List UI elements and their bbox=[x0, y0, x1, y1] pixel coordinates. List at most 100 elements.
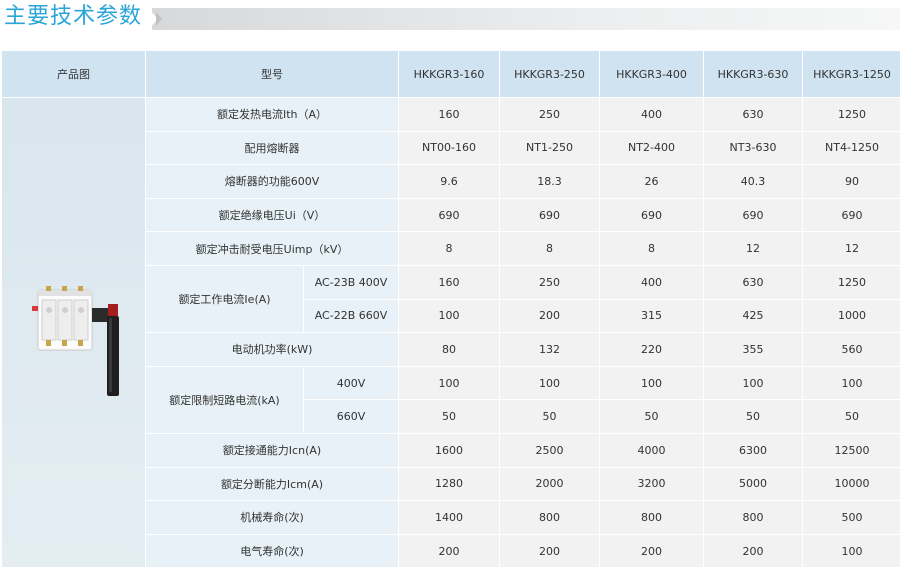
table-cell: 250 bbox=[500, 265, 599, 299]
table-cell: 160 bbox=[399, 265, 499, 299]
table-cell: NT2-400 bbox=[600, 131, 703, 165]
row-label: 额定冲击耐受电压Uimp（kV） bbox=[146, 232, 398, 265]
row-label: 额定分断能力Icm(A) bbox=[146, 467, 398, 501]
header-model: HKKGR3-1250 bbox=[803, 51, 900, 97]
header-model: HKKGR3-630 bbox=[704, 51, 802, 97]
table-cell: 50 bbox=[399, 400, 499, 433]
table-cell: 5000 bbox=[704, 467, 802, 501]
switch-disconnector-image bbox=[31, 285, 119, 396]
table-cell: 12500 bbox=[803, 433, 900, 467]
table-cell: 800 bbox=[600, 501, 703, 534]
table-cell: 690 bbox=[704, 198, 802, 232]
spec-table: 产品图 型号 HKKGR3-160 HKKGR3-250 HKKGR3-400 … bbox=[1, 50, 900, 568]
table-cell: 9.6 bbox=[399, 165, 499, 198]
table-cell: 8 bbox=[399, 232, 499, 265]
row-sublabel: 400V bbox=[304, 366, 398, 400]
table-header-row: 产品图 型号 HKKGR3-160 HKKGR3-250 HKKGR3-400 … bbox=[2, 51, 900, 97]
header-model: HKKGR3-160 bbox=[399, 51, 499, 97]
table-cell: 100 bbox=[399, 366, 499, 400]
table-cell: 250 bbox=[500, 98, 599, 131]
table-cell: 160 bbox=[399, 98, 499, 131]
table-cell: 400 bbox=[600, 98, 703, 131]
table-cell: 12 bbox=[704, 232, 802, 265]
table-cell: 425 bbox=[704, 299, 802, 333]
row-label: 电动机功率(kW) bbox=[146, 333, 398, 366]
table-cell: 200 bbox=[704, 534, 802, 568]
table-cell: 18.3 bbox=[500, 165, 599, 198]
table-cell: 50 bbox=[600, 400, 703, 433]
table-cell: 690 bbox=[500, 198, 599, 232]
table-cell: 132 bbox=[500, 333, 599, 366]
header-image-col: 产品图 bbox=[2, 51, 145, 97]
table-cell: 1250 bbox=[803, 265, 900, 299]
table-cell: NT4-1250 bbox=[803, 131, 900, 165]
table-cell: 1280 bbox=[399, 467, 499, 501]
header-model: HKKGR3-400 bbox=[600, 51, 703, 97]
header-model-col: 型号 bbox=[146, 51, 398, 97]
table-cell: 100 bbox=[803, 366, 900, 400]
table-cell: 1000 bbox=[803, 299, 900, 333]
table-cell: 4000 bbox=[600, 433, 703, 467]
table-cell: 690 bbox=[803, 198, 900, 232]
table-cell: 90 bbox=[803, 165, 900, 198]
table-cell: 100 bbox=[600, 366, 703, 400]
table-cell: 1250 bbox=[803, 98, 900, 131]
row-label: 额定限制短路电流(kA) bbox=[146, 366, 303, 433]
table-cell: 200 bbox=[500, 534, 599, 568]
table-cell: 8 bbox=[600, 232, 703, 265]
row-label: 额定接通能力Icn(A) bbox=[146, 433, 398, 467]
table-cell: 690 bbox=[600, 198, 703, 232]
table-row: 额定发热电流Ith（A） 160 250 400 630 1250 bbox=[2, 98, 900, 568]
table-cell: 630 bbox=[704, 265, 802, 299]
row-sublabel: 660V bbox=[304, 400, 398, 433]
table-cell: 690 bbox=[399, 198, 499, 232]
row-label: 额定绝缘电压Ui（V） bbox=[146, 198, 398, 232]
table-cell: 200 bbox=[600, 534, 703, 568]
table-cell: 560 bbox=[803, 333, 900, 366]
table-cell: 40.3 bbox=[704, 165, 802, 198]
table-cell: 8 bbox=[500, 232, 599, 265]
title-decor-bar bbox=[152, 8, 900, 30]
table-cell: 80 bbox=[399, 333, 499, 366]
table-cell: 355 bbox=[704, 333, 802, 366]
table-cell: 100 bbox=[399, 299, 499, 333]
table-cell: 200 bbox=[500, 299, 599, 333]
row-label: 配用熔断器 bbox=[146, 131, 398, 165]
row-label: 额定工作电流Ie(A) bbox=[146, 265, 303, 333]
table-cell: 2000 bbox=[500, 467, 599, 501]
title-decor-arrow bbox=[156, 12, 162, 26]
table-cell: NT3-630 bbox=[704, 131, 802, 165]
product-photo bbox=[24, 278, 124, 418]
table-cell: 12 bbox=[803, 232, 900, 265]
table-cell: 800 bbox=[704, 501, 802, 534]
table-cell: 1400 bbox=[399, 501, 499, 534]
table-cell: 315 bbox=[600, 299, 703, 333]
row-label: 机械寿命(次) bbox=[146, 501, 398, 534]
table-cell: 400 bbox=[600, 265, 703, 299]
table-cell: 50 bbox=[704, 400, 802, 433]
table-cell: 50 bbox=[500, 400, 599, 433]
table-cell: NT1-250 bbox=[500, 131, 599, 165]
row-label: 额定发热电流Ith（A） bbox=[146, 98, 398, 131]
table-cell: 200 bbox=[399, 534, 499, 568]
row-sublabel: AC-22B 660V bbox=[304, 299, 398, 333]
table-cell: 1600 bbox=[399, 433, 499, 467]
row-sublabel: AC-23B 400V bbox=[304, 265, 398, 299]
table-cell: 26 bbox=[600, 165, 703, 198]
row-label: 电气寿命(次) bbox=[146, 534, 398, 568]
table-cell: 100 bbox=[803, 534, 900, 568]
header-model: HKKGR3-250 bbox=[500, 51, 599, 97]
row-label: 熔断器的功能600V bbox=[146, 165, 398, 198]
table-cell: 2500 bbox=[500, 433, 599, 467]
page-title: 主要技术参数 bbox=[4, 4, 143, 29]
table-cell: 220 bbox=[600, 333, 703, 366]
table-cell: NT00-160 bbox=[399, 131, 499, 165]
table-cell: 500 bbox=[803, 501, 900, 534]
section-header: 主要技术参数 bbox=[0, 0, 900, 36]
table-cell: 6300 bbox=[704, 433, 802, 467]
table-cell: 100 bbox=[704, 366, 802, 400]
table-cell: 3200 bbox=[600, 467, 703, 501]
table-cell: 100 bbox=[500, 366, 599, 400]
table-cell: 630 bbox=[704, 98, 802, 131]
table-cell: 800 bbox=[500, 501, 599, 534]
